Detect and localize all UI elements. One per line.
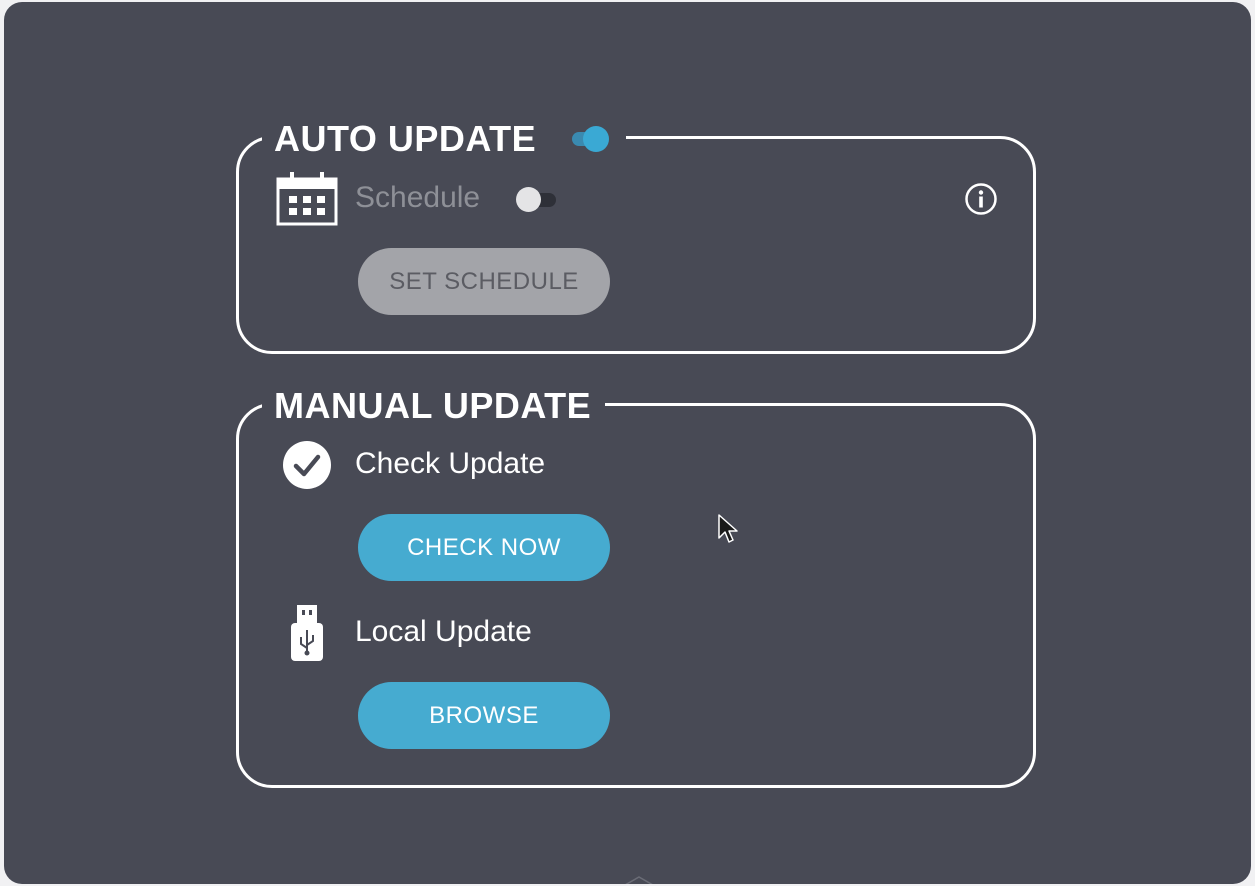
usb-drive-icon <box>291 605 323 661</box>
schedule-toggle-knob <box>516 187 541 212</box>
manual-update-title: MANUAL UPDATE <box>262 384 606 428</box>
check-circle-icon <box>283 441 331 489</box>
info-icon[interactable] <box>964 182 998 216</box>
check-now-button[interactable]: CHECK NOW <box>358 514 610 581</box>
auto-update-header: AUTO UPDATE <box>262 117 627 161</box>
auto-update-section <box>236 136 1036 354</box>
browse-button[interactable]: BROWSE <box>358 682 610 749</box>
schedule-toggle[interactable] <box>514 185 558 213</box>
calendar-icon <box>276 172 338 226</box>
check-update-label: Check Update <box>355 447 546 480</box>
auto-update-title: AUTO UPDATE <box>274 118 537 159</box>
local-update-label: Local Update <box>355 615 532 648</box>
auto-update-toggle-knob <box>583 126 610 152</box>
schedule-label: Schedule <box>355 181 481 214</box>
bottom-notch-icon <box>625 876 653 884</box>
set-schedule-button[interactable]: SET SCHEDULE <box>358 248 610 315</box>
mouse-cursor-icon <box>718 514 738 543</box>
update-settings-panel: AUTO UPDATE Schedule SET SCHEDULE MANUAL… <box>4 2 1251 884</box>
auto-update-toggle[interactable] <box>568 124 612 154</box>
